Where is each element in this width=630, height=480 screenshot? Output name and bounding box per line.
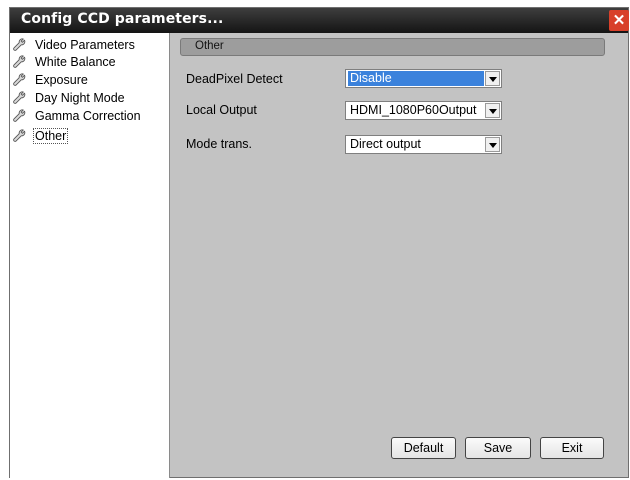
- wrench-icon: [13, 109, 26, 122]
- close-icon[interactable]: ✕: [609, 10, 629, 31]
- local-output-value: HDMI_1080P60Output: [350, 103, 477, 117]
- sidebar-item-other[interactable]: Other: [12, 128, 69, 144]
- local-output-select[interactable]: HDMI_1080P60Output: [345, 101, 502, 120]
- mode-trans-value: Direct output: [350, 137, 421, 151]
- local-output-label: Local Output: [186, 103, 257, 117]
- deadpixel-detect-value: Disable: [348, 71, 484, 86]
- chevron-down-icon[interactable]: [485, 103, 500, 118]
- sidebar-item-exposure[interactable]: Exposure: [12, 72, 89, 88]
- sidebar-item-label: Video Parameters: [35, 38, 135, 52]
- sidebar-item-gamma-correction[interactable]: Gamma Correction: [12, 108, 142, 124]
- config-ccd-window: Config CCD parameters... ✕ Video Paramet…: [9, 7, 629, 478]
- wrench-icon: [13, 91, 26, 104]
- chevron-down-icon[interactable]: [485, 137, 500, 152]
- window-title: Config CCD parameters...: [21, 11, 224, 27]
- sidebar-item-white-balance[interactable]: White Balance: [12, 54, 117, 70]
- wrench-icon: [13, 129, 26, 142]
- deadpixel-detect-label: DeadPixel Detect: [186, 72, 283, 86]
- sidebar-item-label: White Balance: [35, 55, 116, 69]
- exit-button[interactable]: Exit: [540, 437, 604, 459]
- sidebar-item-video-parameters[interactable]: Video Parameters: [12, 37, 136, 53]
- sidebar-tree: Video Parameters White Balance Exposure …: [10, 33, 170, 478]
- default-button[interactable]: Default: [391, 437, 456, 459]
- sidebar-item-label: Gamma Correction: [35, 109, 141, 123]
- mode-trans-select[interactable]: Direct output: [345, 135, 502, 154]
- wrench-icon: [13, 38, 26, 51]
- sidebar-item-label: Other: [32, 128, 69, 144]
- deadpixel-detect-select[interactable]: Disable: [345, 69, 502, 88]
- title-bar[interactable]: Config CCD parameters... ✕: [10, 8, 629, 33]
- sidebar-item-label: Exposure: [35, 73, 88, 87]
- sidebar-item-label: Day Night Mode: [35, 91, 125, 105]
- section-title: Other: [195, 40, 224, 52]
- sidebar-item-day-night-mode[interactable]: Day Night Mode: [12, 90, 126, 106]
- section-header: Other: [180, 38, 605, 56]
- save-button[interactable]: Save: [465, 437, 531, 459]
- wrench-icon: [13, 55, 26, 68]
- chevron-down-icon[interactable]: [485, 71, 500, 86]
- wrench-icon: [13, 73, 26, 86]
- mode-trans-label: Mode trans.: [186, 137, 253, 151]
